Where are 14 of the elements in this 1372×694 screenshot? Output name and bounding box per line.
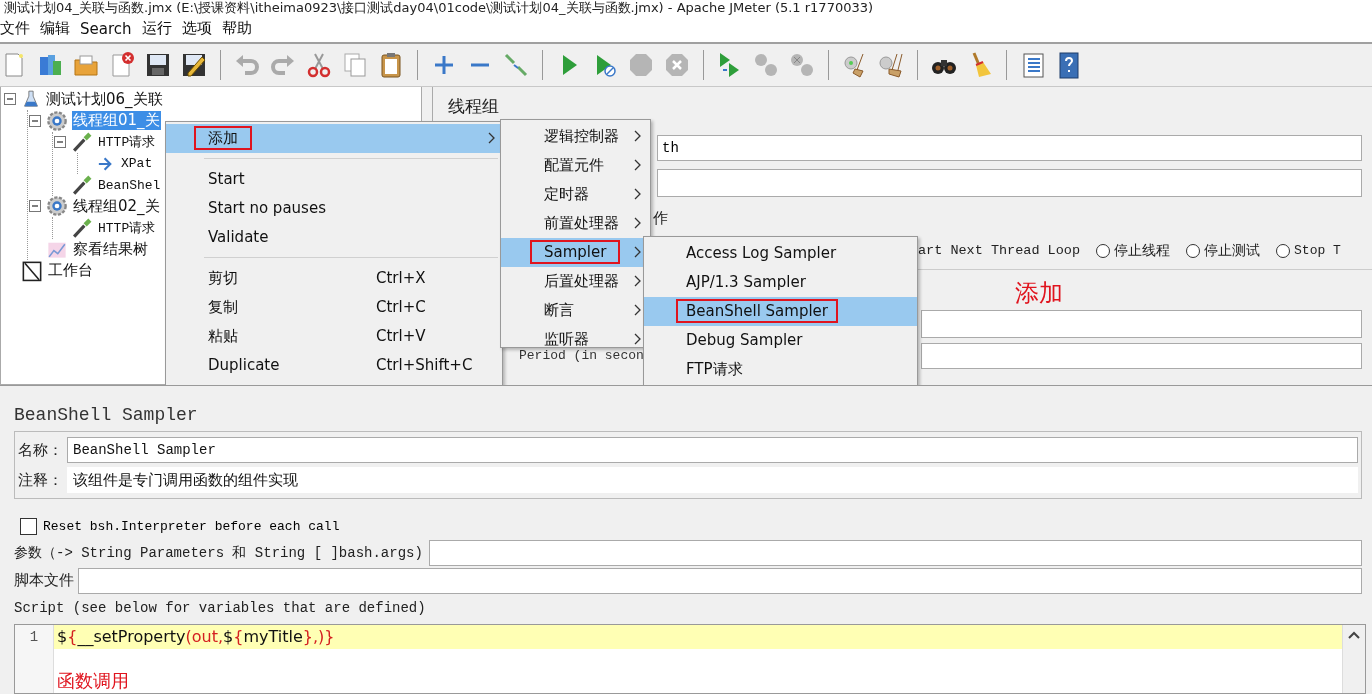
line-number: 1 [29,628,39,647]
section-label: 作 [653,208,669,229]
comment-label: 注释： [18,470,63,490]
annotation-text: 函数调用 [56,669,130,693]
script-file-label: 脚本文件 [14,571,74,591]
period-label: Period (in secon [519,348,645,364]
parameters-label: 参数（-> String Parameters 和 String [ ]bash.args) [14,543,423,562]
annotation-text: 添加 [1015,277,1063,309]
panel-title: BeanShell Sampler [14,405,198,426]
panel-title: 线程组 [448,95,499,119]
script-label: Script (see below for variables that are defined) [14,600,426,617]
name-label: 名称： [18,440,63,460]
option-label: art Next Thread Loop [918,243,1081,259]
window-title: 测试计划04_关联与函数.jmx (E:\授课资料\itheima0923\接口测试day04\01code\测试计划04_关联与函数.jmx) - Apache JMeter (5.1 r1770033) [4,0,874,15]
